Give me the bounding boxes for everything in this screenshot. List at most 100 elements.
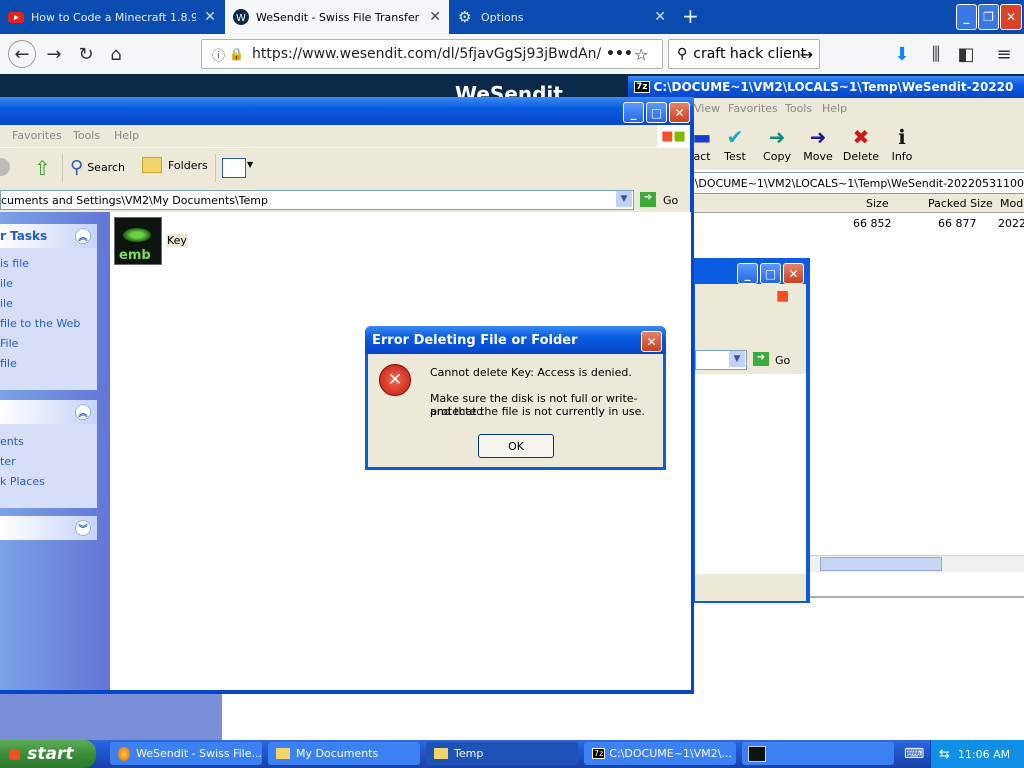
menu-icon[interactable]: ≡ <box>992 42 1016 66</box>
chevron-down-icon[interactable]: ▼ <box>729 351 745 367</box>
download-icon[interactable]: ⬇ <box>890 42 914 66</box>
taskbar-button-my-documents[interactable]: My Documents <box>268 742 420 765</box>
file-name[interactable]: Key <box>166 234 188 247</box>
place-my-computer[interactable]: ter <box>0 452 97 472</box>
collapse-chevron-icon[interactable]: ︽ <box>75 228 91 244</box>
column-modified[interactable]: Modi <box>1000 197 1024 210</box>
dialog-message: Cannot delete Key: Access is denied. <box>430 366 632 379</box>
task-rename-file[interactable]: is file <box>0 254 97 274</box>
minimize-button[interactable]: _ <box>737 263 758 284</box>
key-file-icon[interactable]: emb <box>114 217 162 265</box>
file-tasks-panel: is file ile ile file to the Web File fil… <box>0 248 97 390</box>
tab-wesendit[interactable]: W WeSendit - Swiss File Transfer Ser ✕ <box>225 0 449 34</box>
menu-tools[interactable]: Tools <box>73 129 100 142</box>
task-move-file[interactable]: ile <box>0 274 97 294</box>
task-email-file[interactable]: File <box>0 334 97 354</box>
maximize-button[interactable]: □ <box>760 263 781 284</box>
tab-minecraft-video[interactable]: How to Code a Minecraft 1.8.9 ha ✕ <box>0 0 224 34</box>
tab-options[interactable]: ⚙ Options ✕ <box>450 0 674 34</box>
collapse-chevron-icon[interactable]: ︽ <box>75 404 91 420</box>
menu-tools[interactable]: Tools <box>785 102 812 115</box>
forward-arrow-icon[interactable]: → <box>42 42 66 66</box>
task-publish-file[interactable]: file to the Web <box>0 314 97 334</box>
reload-icon[interactable]: ↻ <box>74 42 98 66</box>
menu-help[interactable]: Help <box>114 129 139 142</box>
minimize-button[interactable]: _ <box>623 102 644 123</box>
library-icon[interactable]: ⫼ <box>924 42 948 66</box>
details-header[interactable]: ︾ <box>0 516 97 540</box>
taskbar-button-7zip[interactable]: 7z C:\DOCUME~1\VM2\... <box>584 742 736 765</box>
close-tab-icon[interactable]: ✕ <box>654 9 666 25</box>
url-bar[interactable]: ⓘ 🔒 https://www.wesendit.com/dl/5fjavGgS… <box>201 39 663 69</box>
go-arrow-icon[interactable]: ➜ <box>640 192 656 207</box>
go-label[interactable]: Go <box>663 194 678 207</box>
scrollbar-thumb[interactable] <box>820 557 942 571</box>
menu-favorites[interactable]: Favorites <box>728 102 778 115</box>
windows-flag-icon: ■ <box>8 746 22 762</box>
search-input[interactable]: craft hack client <box>693 46 806 62</box>
go-arrow-icon[interactable]: ➜ <box>753 352 769 366</box>
go-arrow-icon[interactable]: → <box>800 45 813 64</box>
taskbar-button-wesendit[interactable]: WeSendit - Swiss File... <box>110 742 262 765</box>
place-network[interactable]: k Places <box>0 472 97 492</box>
dialog-close-button[interactable]: ✕ <box>641 331 662 352</box>
ok-button[interactable]: OK <box>478 434 554 458</box>
taskbar-button-key-image[interactable] <box>742 742 894 765</box>
window-minimize-button[interactable]: _ <box>956 4 977 30</box>
explorer-menu-bar: Favorites Tools Help ■ ■ <box>0 125 690 147</box>
start-button[interactable]: ■ start <box>0 740 96 768</box>
home-icon[interactable]: ⌂ <box>104 42 128 66</box>
column-packed-size[interactable]: Packed Size <box>928 197 993 210</box>
tab-title: How to Code a Minecraft 1.8.9 ha <box>31 10 196 24</box>
place-my-documents[interactable]: ents <box>0 432 97 452</box>
expand-chevron-icon[interactable]: ︾ <box>75 520 91 536</box>
horizontal-scrollbar[interactable] <box>808 555 1024 572</box>
close-button[interactable]: ✕ <box>669 102 690 123</box>
row-modified: 2022- <box>998 217 1024 230</box>
chevron-down-icon[interactable]: ▼ <box>247 160 253 169</box>
task-delete-file[interactable]: file <box>0 354 97 374</box>
background-explorer-content <box>695 374 806 574</box>
bookmark-star-icon[interactable]: ☆ <box>634 45 648 64</box>
taskbar-button-temp[interactable]: Temp <box>426 742 578 765</box>
url-text: https://www.wesendit.com/dl/5fjavGgSj93j… <box>251 46 602 62</box>
close-tab-icon[interactable]: ✕ <box>429 9 441 25</box>
new-tab-icon[interactable]: + <box>682 4 699 28</box>
delete-button[interactable]: ✖ Delete <box>839 124 883 163</box>
info-icon[interactable]: ⓘ <box>212 45 225 64</box>
search-bar[interactable]: ⚲ craft hack client → <box>668 39 820 69</box>
site-left-panel <box>0 690 222 740</box>
file-tasks-header[interactable]: r Tasks ︽ <box>0 224 97 248</box>
gear-icon: ⚙ <box>458 8 472 26</box>
chevron-down-icon[interactable]: ▼ <box>616 191 632 207</box>
close-tab-icon[interactable]: ✕ <box>204 9 216 25</box>
go-label[interactable]: Go <box>775 354 790 367</box>
other-places-header[interactable]: ︽ <box>0 400 97 424</box>
test-button[interactable]: ✔ Test <box>713 124 757 163</box>
column-size[interactable]: Size <box>866 197 889 210</box>
back-arrow-icon[interactable]: ← <box>8 40 36 68</box>
move-button[interactable]: ➜ Move <box>796 124 840 163</box>
menu-favorites[interactable]: Favorites <box>12 129 62 142</box>
up-folder-icon[interactable]: ⇧ <box>34 156 51 180</box>
window-restore-button[interactable]: ❐ <box>978 4 999 30</box>
window-close-button[interactable]: ✕ <box>1000 4 1022 30</box>
search-icon: ⚲ <box>70 157 84 178</box>
copy-button[interactable]: ➜ Copy <box>755 124 799 163</box>
info-button[interactable]: ℹ Info <box>880 124 924 163</box>
views-icon[interactable] <box>222 158 246 178</box>
page-actions-icon[interactable]: ••• <box>606 46 633 62</box>
maximize-button[interactable]: □ <box>646 102 667 123</box>
keyboard-icon[interactable]: ⌨ <box>904 746 924 762</box>
address-field[interactable]: cuments and Settings\VM2\My Documents\Te… <box>0 190 634 210</box>
back-arrow-icon[interactable] <box>0 158 10 176</box>
menu-help[interactable]: Help <box>822 102 847 115</box>
task-copy-file[interactable]: ile <box>0 294 97 314</box>
menu-view[interactable]: View <box>694 102 720 115</box>
folders-button[interactable]: Folders <box>142 157 208 173</box>
network-icon[interactable]: ⇆ <box>939 747 950 762</box>
close-button[interactable]: ✕ <box>783 263 804 284</box>
sidebar-icon[interactable]: ◧ <box>954 42 978 66</box>
search-button[interactable]: ⚲ Search <box>70 157 125 178</box>
toolbar-divider <box>215 154 216 182</box>
